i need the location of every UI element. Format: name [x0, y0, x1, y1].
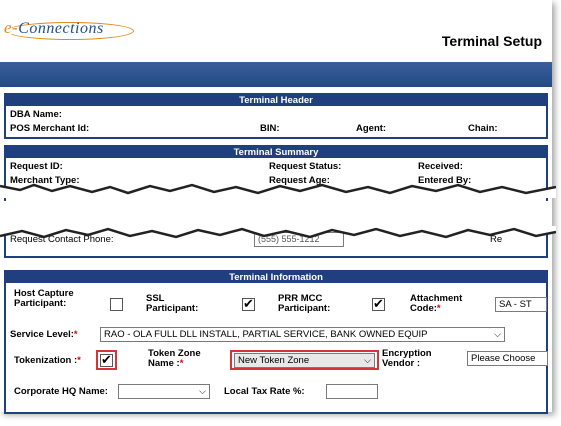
terminal-header-title: Terminal Header: [6, 95, 546, 106]
host-capture-label: Host Capture Participant:: [14, 288, 74, 309]
attachment-code-select[interactable]: SA - ST: [495, 297, 547, 312]
ssl-checkbox[interactable]: [242, 296, 255, 312]
logo-rest: Connections: [18, 20, 104, 37]
bin-label: BIN:: [260, 123, 280, 134]
received-label: Received:: [418, 161, 463, 172]
encryption-vendor-label: Encryption Vendor :: [382, 348, 432, 369]
corporate-hq-select[interactable]: ⌵: [118, 384, 210, 399]
host-capture-checkbox[interactable]: [110, 298, 123, 311]
logo-text: e-Connections: [4, 18, 104, 38]
torn-edge-bottom: [0, 226, 556, 239]
token-zone-label: Token Zone Name :*: [148, 349, 218, 369]
e-connections-logo: e-Connections: [4, 18, 134, 40]
service-level-text: Service Level:: [10, 329, 74, 340]
encryption-vendor-value: Please Choose: [471, 353, 536, 364]
terminal-header-section: Terminal Header DBA Name: POS Merchant I…: [4, 93, 548, 139]
service-level-value: RAO - OLA FULL DLL INSTALL, PARTIAL SERV…: [104, 329, 428, 340]
tokenization-label: Tokenization :*: [14, 355, 81, 366]
terminal-information-title: Terminal Information: [6, 272, 546, 283]
chain-label: Chain:: [468, 123, 498, 134]
attachment-code-value: SA - ST: [499, 299, 532, 310]
chevron-down-icon: ⌵: [199, 386, 206, 396]
token-zone-required-mark: *: [179, 358, 184, 369]
top-banner: e-Connections Terminal Setup: [0, 0, 552, 62]
attachment-required-mark: *: [436, 303, 441, 314]
agent-label: Agent:: [356, 123, 387, 134]
local-tax-rate-label: Local Tax Rate %:: [224, 386, 305, 397]
local-tax-rate-input[interactable]: [326, 384, 378, 399]
corporate-hq-label: Corporate HQ Name:: [14, 386, 108, 397]
request-id-label: Request ID:: [10, 161, 63, 172]
ssl-label: SSL Participant:: [146, 293, 199, 314]
tokenization-required-mark: *: [77, 355, 81, 366]
request-status-label: Request Status:: [269, 161, 342, 172]
dba-name-label: DBA Name:: [10, 109, 62, 120]
tokenization-checkbox[interactable]: [100, 352, 113, 368]
prr-mcc-label: PRR MCC Participant:: [278, 293, 331, 314]
nav-bar: [0, 62, 552, 87]
chevron-down-icon: ⌵: [494, 329, 501, 339]
page-title: Terminal Setup: [441, 33, 542, 49]
service-level-select[interactable]: RAO - OLA FULL DLL INSTALL, PARTIAL SERV…: [100, 327, 505, 342]
token-zone-text: Token Zone Name :: [148, 348, 201, 369]
token-zone-select[interactable]: New Token Zone ⌵: [234, 353, 375, 368]
terminal-summary-title: Terminal Summary: [6, 147, 546, 158]
encryption-vendor-select[interactable]: Please Choose: [467, 351, 548, 366]
service-level-required-mark: *: [73, 329, 78, 340]
logo-e: e-: [4, 18, 19, 37]
page-sheet: e-Connections Terminal Setup Terminal He…: [0, 0, 556, 414]
attachment-code-label: Attachment Code:*: [410, 294, 470, 314]
chevron-down-icon: ⌵: [364, 355, 371, 365]
terminal-information-section: Terminal Information Host Capture Partic…: [4, 270, 548, 414]
prr-mcc-checkbox[interactable]: [372, 296, 385, 312]
tokenization-text: Tokenization :: [14, 355, 78, 366]
service-level-label: Service Level:*: [10, 329, 78, 340]
pos-merchant-id-label: POS Merchant Id:: [10, 123, 90, 134]
token-zone-value: New Token Zone: [238, 355, 310, 366]
torn-edge-top: [0, 183, 556, 198]
